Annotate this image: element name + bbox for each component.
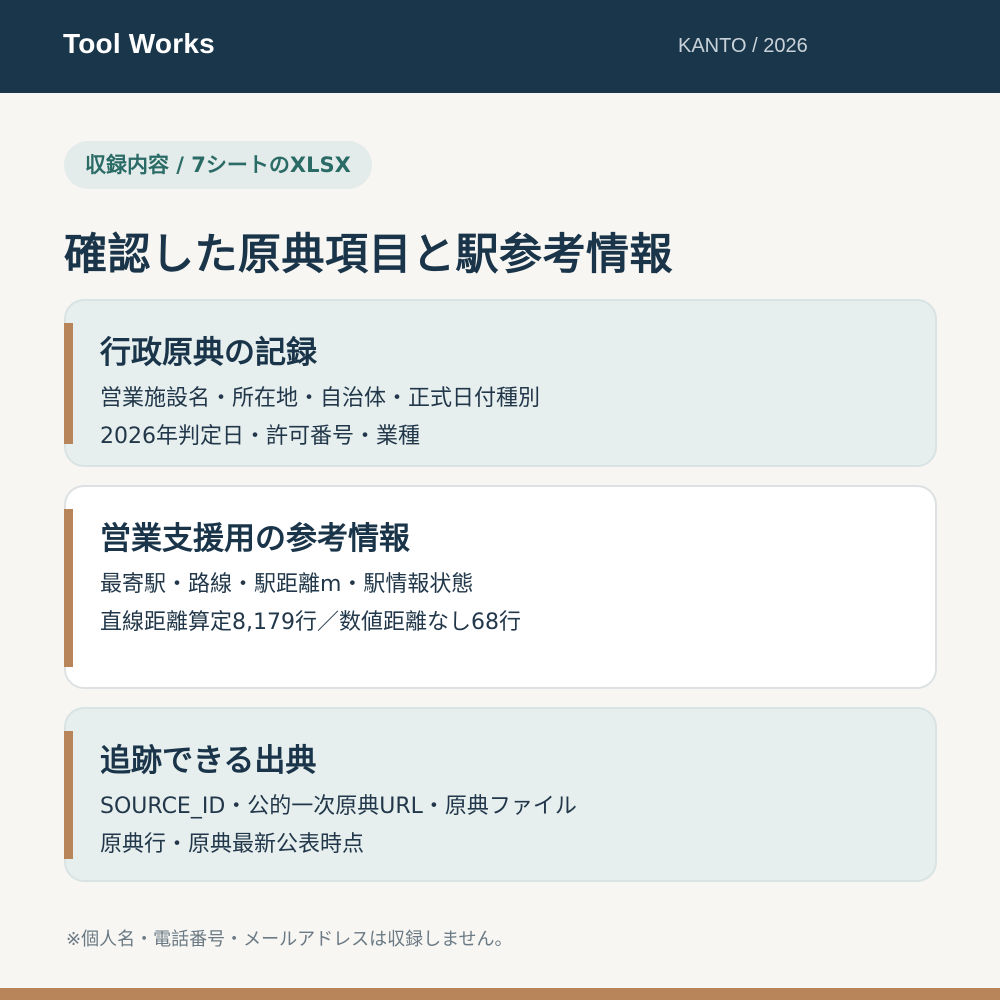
card-line: 2026年判定日・許可番号・業種: [100, 424, 420, 449]
region-label: KANTO / 2026: [678, 35, 808, 57]
bottom-accent-bar: [0, 988, 1000, 1000]
card-title: 追跡できる出典: [100, 743, 317, 779]
content-badge: 収録内容 / 7シートのXLSX: [64, 141, 372, 189]
card-line: 直線距離算定8,179行／数値距離なし68行: [100, 610, 521, 635]
card-traceable-source: 追跡できる出典 SOURCE_ID・公的一次原典URL・原典ファイル 原典行・原…: [64, 707, 937, 882]
header: Tool Works KANTO / 2026: [0, 0, 1000, 93]
card-accent-bar: [64, 509, 73, 667]
card-line: 営業施設名・所在地・自治体・正式日付種別: [100, 386, 541, 411]
card-title: 行政原典の記録: [100, 335, 317, 371]
card-accent-bar: [64, 731, 73, 859]
card-line: 原典行・原典最新公表時点: [100, 832, 365, 857]
page-title: 確認した原典項目と駅参考情報: [64, 230, 673, 280]
card-admin-record: 行政原典の記録 営業施設名・所在地・自治体・正式日付種別 2026年判定日・許可…: [64, 299, 937, 467]
card-sales-reference: 営業支援用の参考情報 最寄駅・路線・駅距離m・駅情報状態 直線距離算定8,179…: [64, 485, 937, 689]
card-title: 営業支援用の参考情報: [100, 521, 410, 557]
card-accent-bar: [64, 323, 73, 444]
brand-name: Tool Works: [63, 28, 215, 59]
card-line: 最寄駅・路線・駅距離m・駅情報状態: [100, 572, 474, 597]
privacy-footnote: ※個人名・電話番号・メールアドレスは収録しません。: [66, 929, 513, 950]
card-line: SOURCE_ID・公的一次原典URL・原典ファイル: [100, 794, 577, 819]
